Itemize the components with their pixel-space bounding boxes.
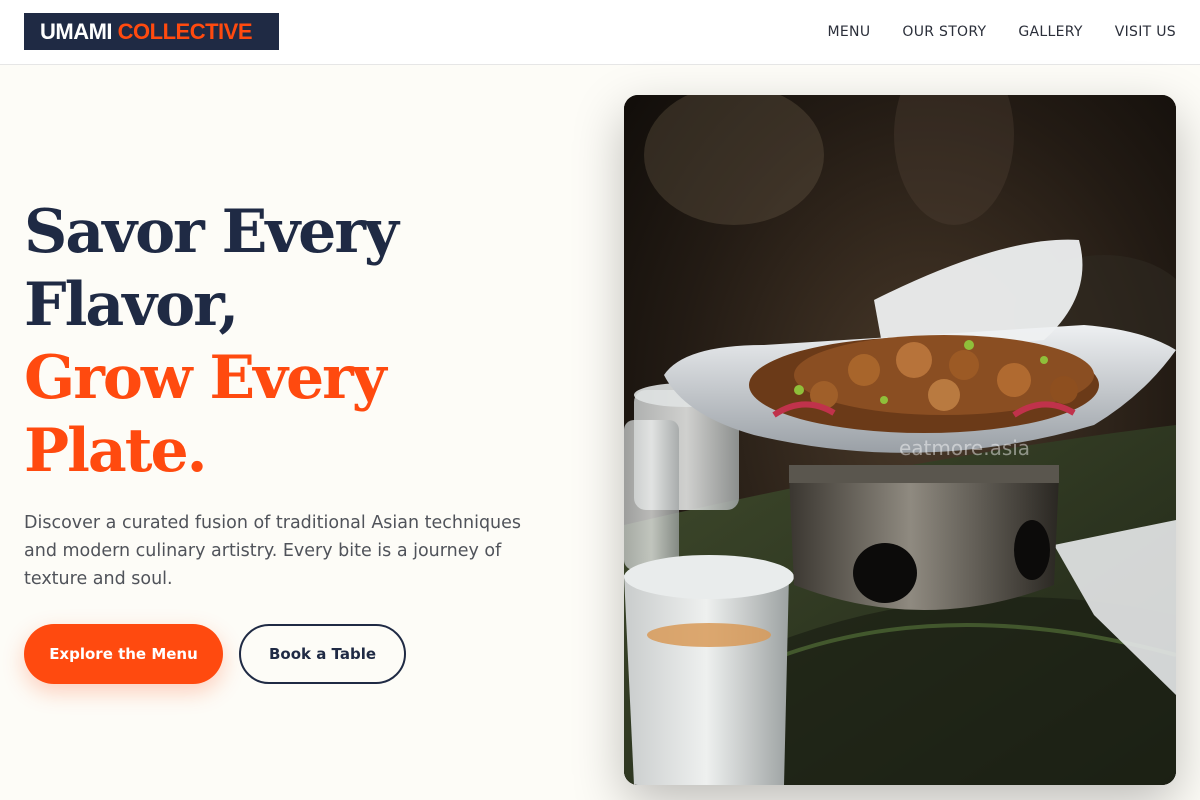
brand-name-accent: COLLECTIVE <box>117 19 253 44</box>
food-photo-illustration: eatmore.asia <box>624 95 1176 785</box>
nav-item-gallery[interactable]: GALLERY <box>1018 22 1082 42</box>
image-watermark: eatmore.asia <box>899 436 1030 460</box>
brand-logo[interactable]: UMAMI COLLECTIVE <box>24 13 279 50</box>
headline-line-1: Savor Every <box>24 197 399 267</box>
nav-item-menu[interactable]: MENU <box>828 22 871 42</box>
hero-description: Discover a curated fusion of traditional… <box>24 513 522 589</box>
book-table-button[interactable]: Book a Table <box>239 624 406 684</box>
nav-item-visit-us[interactable]: VISIT US <box>1115 22 1176 42</box>
site-header: UMAMI COLLECTIVE MENU OUR STORY GALLERY … <box>0 0 1200 65</box>
brand-name-primary: UMAMI <box>40 19 113 44</box>
hero-headline: Savor Every Flavor, Grow Every Plate. <box>24 196 544 488</box>
headline-line-2: Flavor, <box>24 270 239 340</box>
headline-line-4: Plate. <box>24 416 208 486</box>
main-nav: MENU OUR STORY GALLERY VISIT US <box>828 22 1176 42</box>
headline-line-3: Grow Every <box>24 343 387 413</box>
hero-food-image: eatmore.asia <box>624 95 1176 785</box>
nav-item-our-story[interactable]: OUR STORY <box>902 22 986 42</box>
explore-menu-button[interactable]: Explore the Menu <box>24 624 223 684</box>
